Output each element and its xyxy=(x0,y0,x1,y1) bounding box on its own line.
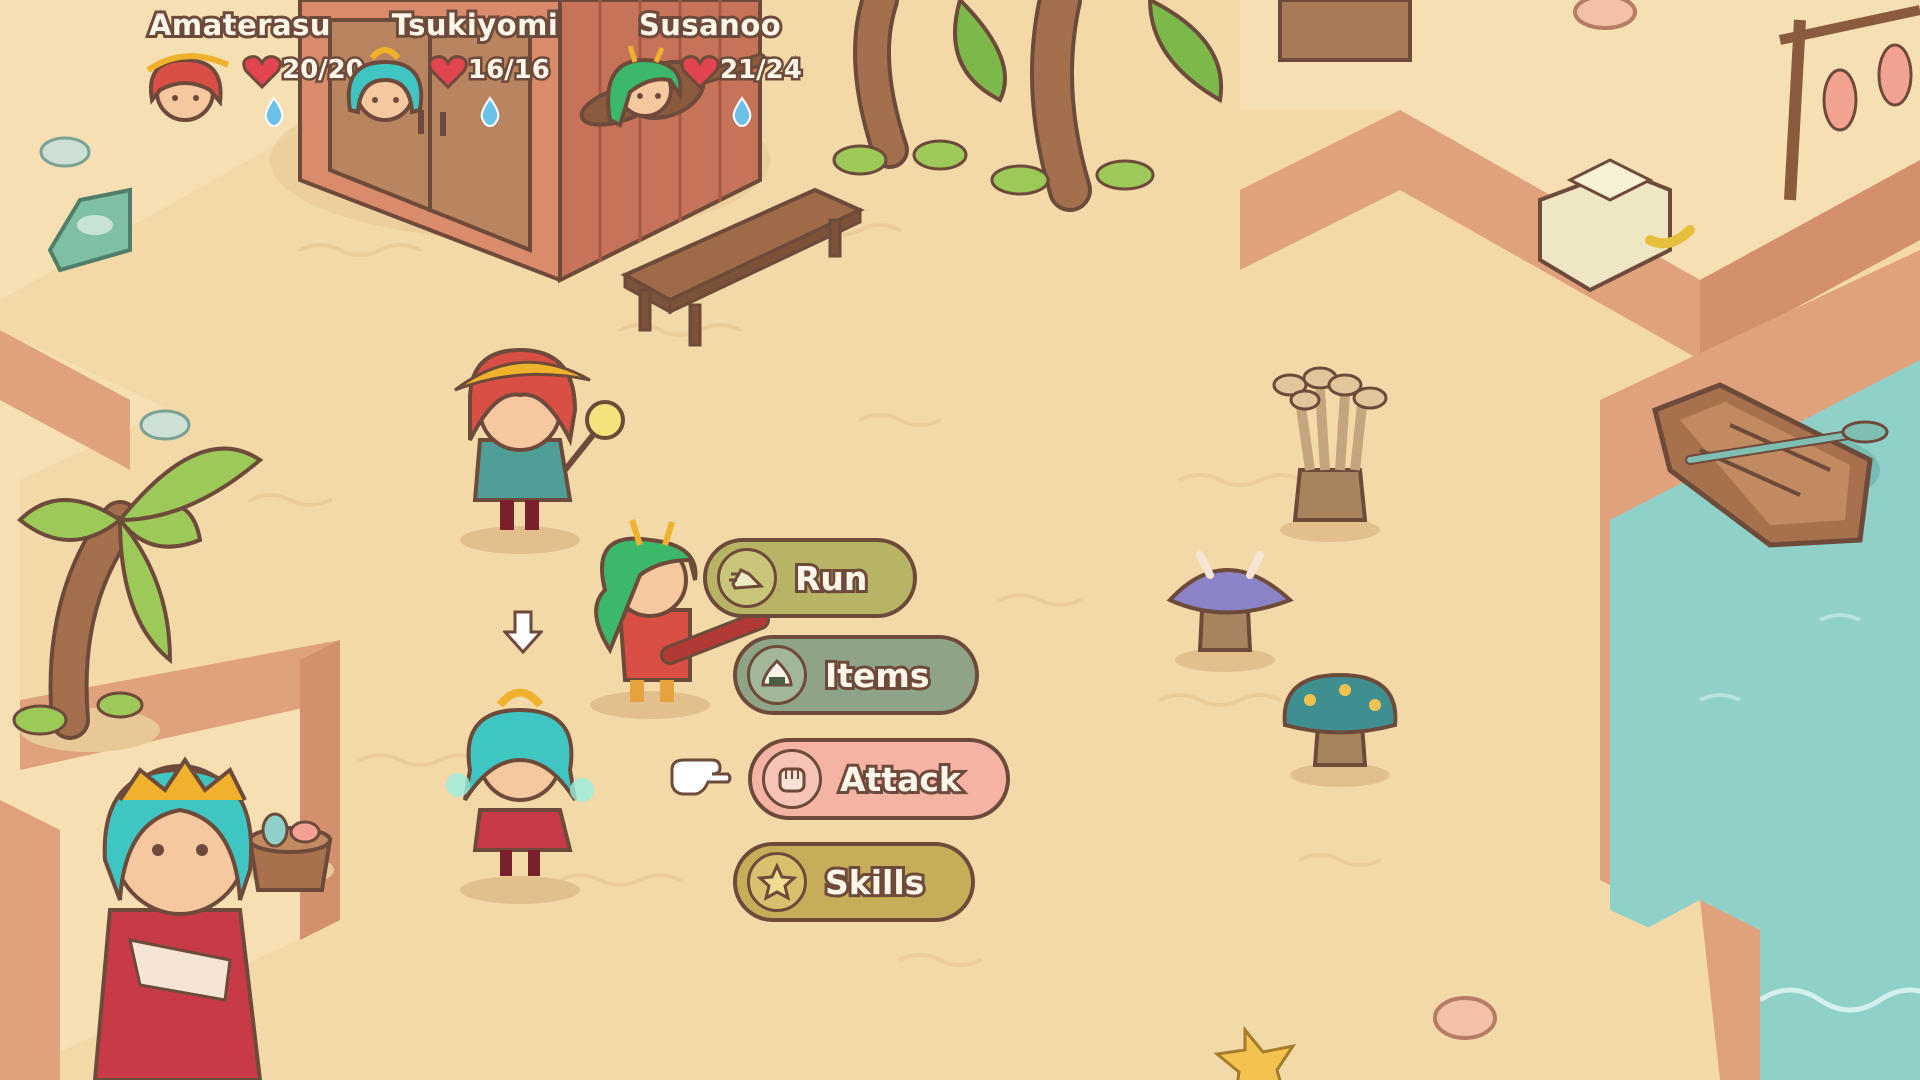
skills-button[interactable]: Skills xyxy=(733,842,975,922)
attack-button[interactable]: Attack xyxy=(748,738,1010,820)
skills-label: Skills xyxy=(822,860,927,905)
water-drop-icon xyxy=(480,96,500,128)
tsukiyomi-portrait-icon xyxy=(346,47,424,122)
water-drop-icon xyxy=(732,96,752,128)
member-name: Susanoo xyxy=(636,5,784,45)
member-hp: 21/24 xyxy=(718,53,805,88)
party-member-susanoo: Susanoo 21/24 xyxy=(590,0,850,140)
items-button[interactable]: Items xyxy=(733,635,979,715)
heart-icon xyxy=(428,55,468,90)
tsukiyomi-dialogue-portrait xyxy=(92,756,263,1080)
down-arrow-icon xyxy=(503,610,543,655)
member-name: Tsukiyomi xyxy=(389,5,561,45)
items-label: Items xyxy=(822,653,932,698)
run-button[interactable]: Run xyxy=(703,538,917,618)
heart-icon xyxy=(242,55,282,90)
member-hp: 16/16 xyxy=(466,53,553,88)
water-drop-icon xyxy=(264,96,284,128)
heart-icon xyxy=(680,55,720,90)
fist-icon xyxy=(762,749,822,809)
attack-label: Attack xyxy=(837,757,964,802)
member-name: Amaterasu xyxy=(146,5,334,45)
pointing-hand-icon xyxy=(670,758,732,796)
party-member-tsukiyomi: Tsukiyomi 16/16 xyxy=(330,0,590,140)
amaterasu-portrait-icon xyxy=(146,53,230,122)
star-icon xyxy=(747,852,807,912)
running-shoe-icon xyxy=(717,548,777,608)
run-label: Run xyxy=(792,556,870,601)
onigiri-icon xyxy=(747,645,807,705)
game-screen: Amaterasu 20/20 Tsukiyomi 16/16 Susanoo … xyxy=(0,0,1920,1080)
beach-battle-scene xyxy=(0,0,1920,1080)
